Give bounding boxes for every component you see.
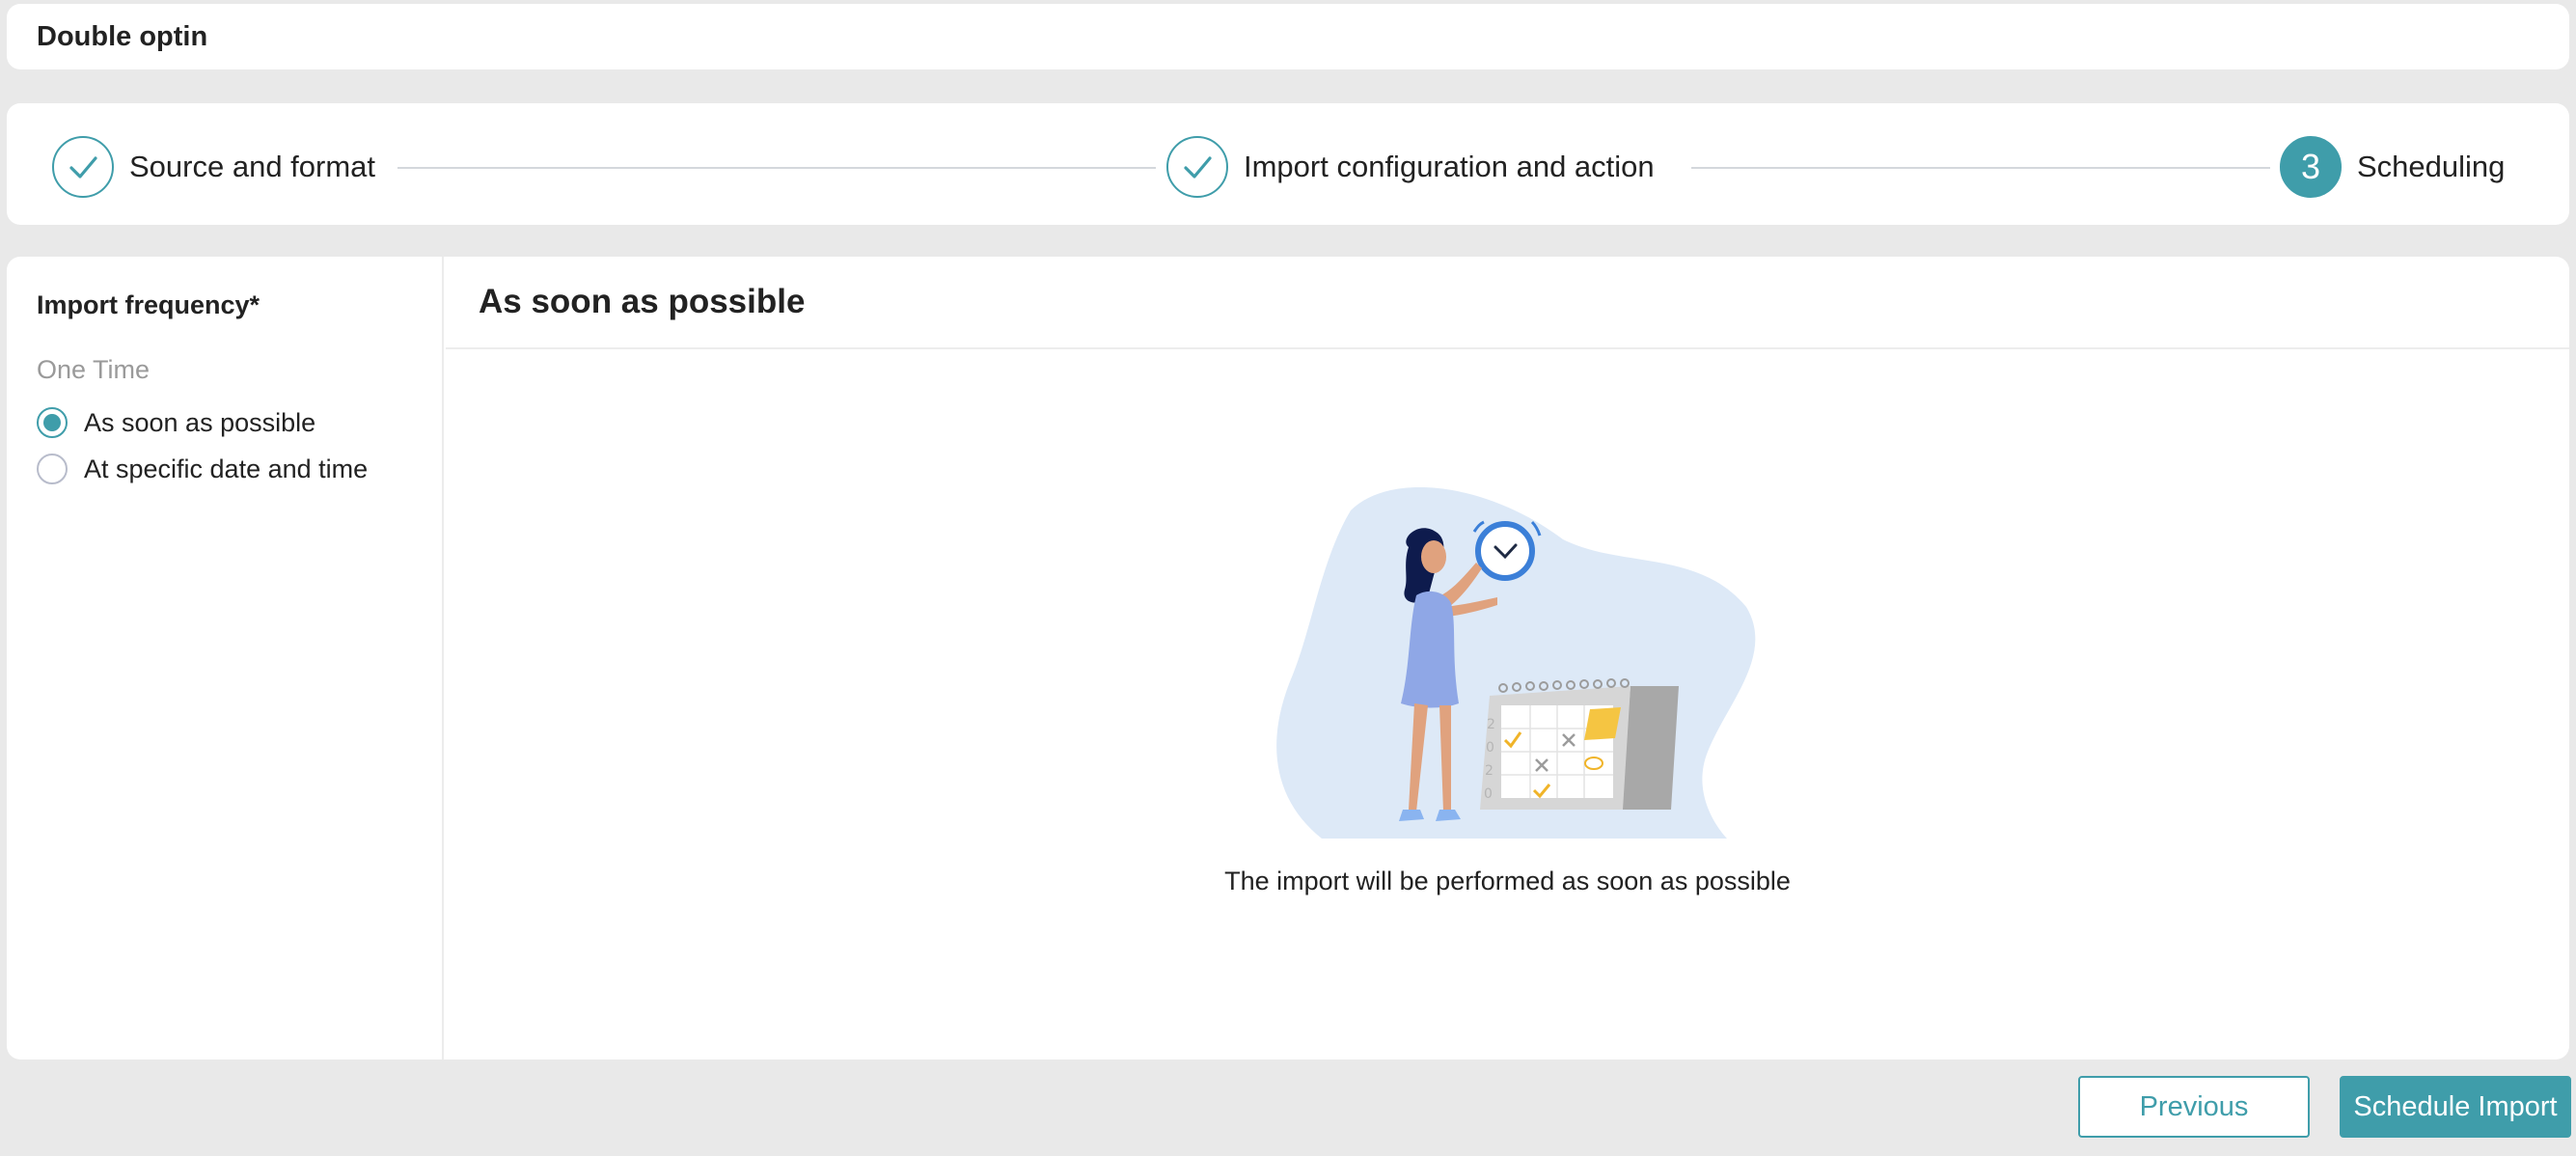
radio-unchecked[interactable] (37, 454, 68, 484)
schedule-import-button[interactable]: Schedule Import (2340, 1076, 2571, 1138)
radio-label: As soon as possible (84, 407, 316, 437)
svg-text:0: 0 (1484, 786, 1493, 802)
step-scheduling[interactable]: 3 Scheduling (2280, 136, 2505, 198)
frequency-sidebar: Import frequency* One Time As soon as po… (7, 257, 444, 1060)
step-number-circle: 3 (2280, 136, 2342, 198)
svg-text:2: 2 (1487, 717, 1495, 732)
scheduling-panel: Import frequency* One Time As soon as po… (7, 257, 2569, 1060)
content-header: As soon as possible (446, 257, 2569, 349)
import-stepper: Source and format Import configuration a… (7, 103, 2569, 225)
scheduling-caption: The import will be performed as soon as … (1224, 867, 1791, 895)
step-connector (1691, 167, 2270, 169)
step-completed-circle (52, 136, 114, 198)
header-bar: Double optin (7, 4, 2569, 69)
previous-button[interactable]: Previous (2078, 1076, 2310, 1138)
check-icon (1184, 156, 1212, 179)
radio-specific-date-time[interactable]: At specific date and time (37, 454, 368, 484)
step-import-configuration[interactable]: Import configuration and action (1166, 136, 1655, 198)
svg-text:2: 2 (1485, 763, 1494, 779)
content-title: As soon as possible (479, 283, 806, 320)
one-time-group-label: One Time (37, 355, 151, 384)
svg-text:0: 0 (1486, 740, 1494, 756)
woman-with-clock-and-calendar-illustration: 2 0 2 0 (1276, 487, 1756, 839)
step-label: Scheduling (2357, 150, 2506, 183)
step-label: Source and format (129, 150, 376, 183)
check-icon (69, 156, 97, 179)
import-frequency-label: Import frequency* (37, 290, 260, 319)
radio-checked[interactable] (37, 407, 68, 438)
step-completed-circle (1166, 136, 1228, 198)
step-label: Import configuration and action (1244, 150, 1655, 183)
page-title: Double optin (37, 21, 208, 52)
radio-label: At specific date and time (84, 454, 369, 483)
scheduling-content: As soon as possible 2 0 2 0 The import w… (446, 257, 2569, 1060)
step-connector (397, 167, 1156, 169)
step-source-and-format[interactable]: Source and format (52, 136, 375, 198)
radio-as-soon-as-possible[interactable]: As soon as possible (37, 407, 315, 438)
